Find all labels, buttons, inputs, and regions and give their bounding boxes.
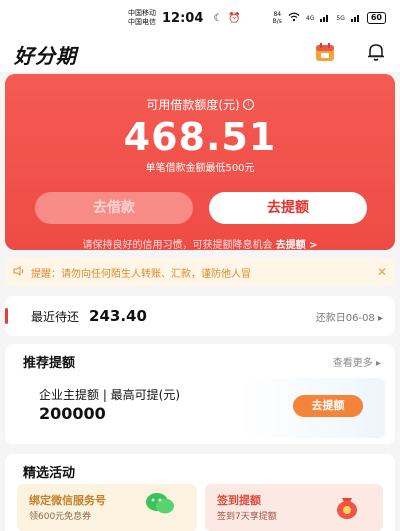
bell-icon[interactable]	[366, 42, 386, 66]
recent-repayment-row[interactable]: 最近待还 243.40 还款日06-08 ▸	[5, 296, 395, 336]
credit-tip: 请保持良好的信用习惯，可获提额降息机会 去提额 >	[5, 236, 395, 251]
battery-indicator: 60	[366, 12, 386, 24]
alarm-icon: ⏰	[228, 12, 241, 24]
business-owner-label: 企业主提额 | 最高可提(元)	[39, 388, 181, 402]
status-bar: 中国移动 中国电信 12:04 ☾ ⏰ 84 B/s 4G 5G 60	[0, 0, 400, 36]
activities-section: 精选活动 绑定微信服务号 领600元免息券 签到提额 签到7天享提额	[5, 454, 395, 531]
top-nav: 好分期	[0, 36, 400, 72]
activity-subtitle: 领600元免息券	[29, 512, 92, 522]
repay-amount: 243.40	[89, 307, 147, 325]
repay-label: 最近待还	[31, 309, 80, 324]
activity-card-signin[interactable]: 签到提额 签到7天享提额	[205, 484, 383, 531]
signal-bars-2-icon	[350, 13, 361, 24]
available-amount: 468.51	[123, 115, 277, 159]
app-logo: 好分期	[14, 43, 77, 68]
wifi-icon	[288, 12, 300, 24]
business-owner-max-value: 200000	[39, 404, 106, 423]
activity-title: 签到提额	[217, 494, 261, 507]
fraud-notice-bar: 提醒：请勿向任何陌生人转账、汇款，谨防他人冒 ✕	[5, 258, 395, 286]
borrow-button[interactable]: 去借款	[35, 192, 193, 224]
credit-tip-text: 请保持良好的信用习惯，可获提额降息机会	[82, 240, 273, 251]
hero-title: 可用借款额度(元) i	[5, 96, 395, 113]
hero-title-label: 可用借款额度(元)	[146, 98, 240, 112]
credit-tip-link[interactable]: 去提额 >	[276, 240, 318, 251]
clock: 12:04	[162, 10, 204, 26]
carrier-1: 中国移动	[128, 9, 156, 17]
credit-hero-card: 可用借款额度(元) i 468.51 单笔借款金额最低500元 去借款 去提额 …	[5, 74, 395, 251]
signal-bars-1-icon	[320, 13, 330, 24]
recommend-title: 推荐提额	[23, 356, 76, 371]
signal-label-1: 4G	[305, 14, 315, 22]
min-loan-note: 单笔借款金额最低500元	[145, 163, 255, 174]
red-envelope-bag-icon	[333, 492, 361, 524]
info-icon[interactable]: i	[242, 99, 254, 110]
business-owner-raise-button[interactable]: 去提额	[293, 395, 363, 417]
repay-date[interactable]: 还款日06-08 ▸	[316, 309, 383, 324]
business-owner-card[interactable]: 企业主提额 | 最高可提(元) 200000 去提额	[15, 378, 385, 438]
signal-label-2: 5G	[336, 14, 345, 22]
activities-title: 精选活动	[23, 466, 76, 481]
net-speed: 84 B/s	[272, 11, 282, 25]
carrier-info: 中国移动 中国电信	[128, 9, 156, 27]
carrier-2: 中国电信	[128, 18, 156, 26]
activity-card-wechat[interactable]: 绑定微信服务号 领600元免息券	[17, 484, 197, 531]
raise-limit-button[interactable]: 去提额	[209, 192, 367, 224]
recommend-more-link[interactable]: 查看更多 ▸	[333, 354, 381, 369]
dnd-moon-icon: ☾	[213, 12, 223, 24]
notice-text: 提醒：请勿向任何陌生人转账、汇款，谨防他人冒	[31, 268, 251, 280]
close-icon[interactable]: ✕	[377, 265, 387, 279]
speaker-icon	[13, 265, 25, 279]
recommend-section: 推荐提额 查看更多 ▸ 企业主提额 | 最高可提(元) 200000 去提额	[5, 344, 395, 444]
activity-title: 绑定微信服务号	[29, 494, 106, 507]
repay-accent-bar	[5, 308, 8, 324]
activity-subtitle: 签到7天享提额	[217, 512, 277, 522]
wechat-icon	[145, 492, 175, 520]
calendar-icon[interactable]	[314, 41, 336, 67]
